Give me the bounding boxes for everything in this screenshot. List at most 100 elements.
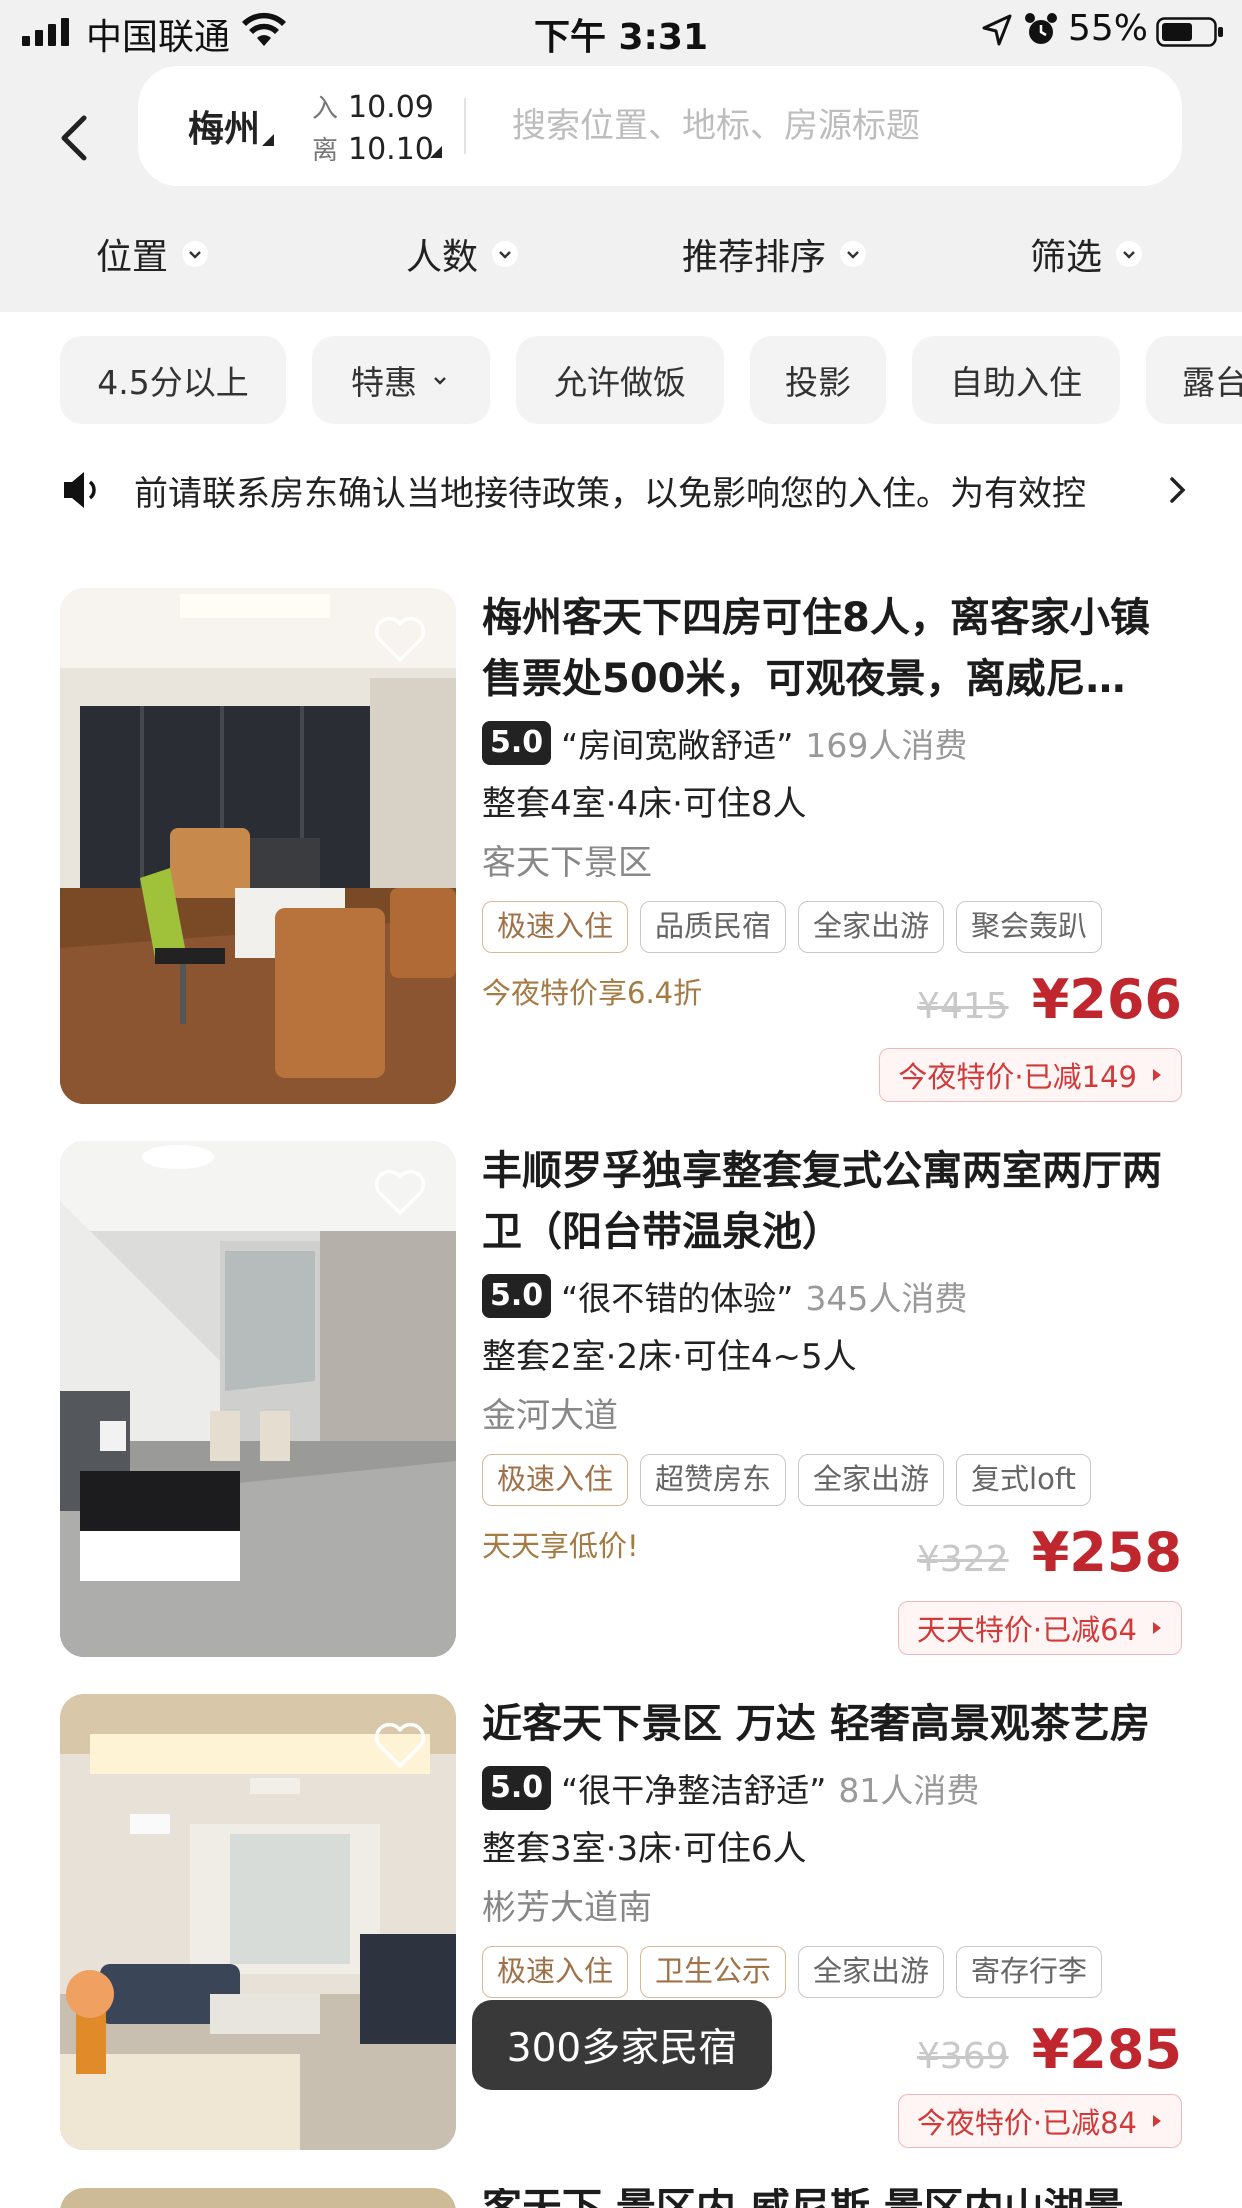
tag-list: 极速入住 品质民宿 全家出游 聚会轰趴: [482, 894, 1182, 960]
listing-card-partial[interactable]: 客天下 景区内 威尼斯 景区内山湖景: [60, 2188, 1182, 2208]
checkout-label: 离: [312, 136, 339, 166]
tag: 超赞房东: [640, 1454, 787, 1506]
tag: 全家出游: [798, 901, 945, 953]
filter-more[interactable]: 筛选: [1030, 228, 1143, 280]
chevron-down-icon: [840, 241, 867, 267]
deal-text: 天天特价·已减64: [916, 1613, 1137, 1647]
heart-icon[interactable]: [372, 1720, 428, 1770]
listing-photo[interactable]: [60, 1694, 456, 2150]
search-box[interactable]: 梅州 入 10.09 离 10.10: [138, 66, 1182, 186]
listing-info: 近客天下景区 万达 轻奢高景观茶艺房 5.0 “很干净整洁舒适” 81人消费 整…: [482, 1694, 1182, 2005]
tag: 卫生公示: [640, 1946, 787, 1998]
rating-row: 5.0 “很干净整洁舒适” 81人消费: [482, 1757, 1182, 1819]
heart-icon[interactable]: [372, 614, 428, 664]
rating-row: 5.0 “房间宽敞舒适” 169人消费: [482, 712, 1182, 774]
listing-photo[interactable]: [60, 588, 456, 1104]
filter-location[interactable]: 位置: [96, 228, 209, 280]
rating-score: 5.0: [482, 1766, 552, 1810]
room-info: 整套4室·4床·可住8人: [482, 784, 807, 824]
chip-self-checkin[interactable]: 自助入住: [912, 336, 1120, 424]
tag: 全家出游: [798, 1454, 945, 1506]
quick-filter-chips: 4.5分以上 特惠 允许做饭 投影 自助入住 露台: [0, 336, 1242, 426]
chip-projector[interactable]: 投影: [750, 336, 886, 424]
rating-score: 5.0: [482, 721, 552, 765]
search-input[interactable]: [512, 96, 1152, 156]
current-price: ¥258: [1031, 1521, 1182, 1584]
rating-score: 5.0: [482, 1274, 552, 1318]
filter-bar: 位置 人数 推荐排序 筛选: [0, 218, 1242, 298]
status-bar: 中国联通 下午 3:31 55%: [0, 0, 1242, 62]
rating-row: 5.0 “很不错的体验” 345人消费: [482, 1265, 1182, 1327]
filter-guests-label: 人数: [406, 237, 479, 278]
deal-badge[interactable]: 今夜特价·已减149: [879, 1048, 1182, 1102]
deal-text: 今夜特价·已减149: [898, 1060, 1137, 1094]
date-caret-icon: [430, 146, 442, 158]
review-quote: “很干净整洁舒适”: [561, 1771, 827, 1810]
filter-guests[interactable]: 人数: [406, 228, 519, 280]
price-row: ¥322 ¥258: [682, 1521, 1182, 1584]
area-name: 客天下景区: [482, 843, 652, 883]
back-arrow-icon[interactable]: [48, 98, 108, 178]
checkin-date: 10.09: [348, 90, 434, 125]
search-divider: [464, 98, 466, 154]
tag: 极速入住: [482, 901, 629, 953]
city-selector[interactable]: 梅州: [188, 100, 260, 152]
chip-terrace[interactable]: 露台: [1146, 336, 1242, 424]
listing-info: 梅州客天下四房可住8人，离客家小镇售票处500米，可观夜景，离威尼… 5.0 “…: [482, 588, 1182, 1010]
filter-more-label: 筛选: [1030, 237, 1103, 278]
chevron-down-icon: [1116, 241, 1143, 267]
triangle-right-icon: [1153, 1622, 1161, 1634]
listing-title[interactable]: 近客天下景区 万达 轻奢高景观茶艺房: [482, 1694, 1182, 1755]
consumer-count: 345人消费: [805, 1279, 968, 1318]
chip-cooking[interactable]: 允许做饭: [516, 336, 724, 424]
tag: 复式loft: [956, 1454, 1091, 1506]
current-price: ¥266: [1031, 968, 1182, 1031]
listing-card[interactable]: 梅州客天下四房可住8人，离客家小镇售票处500米，可观夜景，离威尼… 5.0 “…: [60, 588, 1182, 1108]
chip-rating[interactable]: 4.5分以上: [60, 336, 286, 424]
tag: 寄存行李: [956, 1946, 1103, 1998]
area-name: 彬芳大道南: [482, 1888, 652, 1928]
area-name: 金河大道: [482, 1396, 618, 1436]
living-room-photo: [60, 588, 456, 1104]
listing-card[interactable]: 丰顺罗孚独享整套复式公寓两室两厅两卫（阳台带温泉池） 5.0 “很不错的体验” …: [60, 1141, 1182, 1661]
review-quote: “很不错的体验”: [561, 1279, 794, 1318]
notice-bar[interactable]: 前请联系房东确认当地接待政策，以免影响您的入住。为有效控: [60, 460, 1190, 520]
checkin-label: 入: [312, 94, 339, 124]
chevron-down-icon: [492, 241, 519, 267]
chip-discount[interactable]: 特惠: [312, 336, 490, 424]
room-info: 整套3室·3床·可住6人: [482, 1829, 807, 1869]
search-header: 梅州 入 10.09 离 10.10 位置 人数 推荐排序: [0, 62, 1242, 312]
listing-title[interactable]: 丰顺罗孚独享整套复式公寓两室两厅两卫（阳台带温泉池）: [482, 1141, 1182, 1263]
tag-list: 极速入住 卫生公示 全家出游 寄存行李: [482, 1939, 1182, 2005]
date-selector[interactable]: 入 10.09 离 10.10: [312, 88, 434, 172]
alarm-icon: [1025, 13, 1057, 44]
review-quote: “房间宽敞舒适”: [561, 726, 794, 765]
listing-title[interactable]: 客天下 景区内 威尼斯 景区内山湖景: [482, 2188, 1182, 2208]
duplex-photo: [60, 1141, 456, 1657]
room-info: 整套2室·2床·可住4~5人: [482, 1337, 857, 1377]
listing-photo[interactable]: [60, 2188, 456, 2208]
battery-percent: 55%: [1068, 8, 1149, 49]
tag: 聚会轰趴: [956, 901, 1103, 953]
original-price: ¥415: [916, 986, 1009, 1027]
filter-sort-label: 推荐排序: [682, 237, 827, 278]
tag: 极速入住: [482, 1946, 629, 1998]
listing-photo[interactable]: [60, 1141, 456, 1657]
tag: 品质民宿: [640, 901, 787, 953]
listing-info: 丰顺罗孚独享整套复式公寓两室两厅两卫（阳台带温泉池） 5.0 “很不错的体验” …: [482, 1141, 1182, 1563]
triangle-right-icon: [1153, 1069, 1161, 1081]
chip-discount-label: 特惠: [351, 363, 417, 402]
chevron-down-icon: [434, 377, 446, 385]
deal-badge[interactable]: 天天特价·已减64: [897, 1601, 1182, 1655]
consumer-count: 169人消费: [805, 726, 968, 765]
tag: 极速入住: [482, 1454, 629, 1506]
price-row: ¥415 ¥266: [682, 968, 1182, 1031]
consumer-count: 81人消费: [838, 1771, 980, 1810]
filter-location-label: 位置: [96, 237, 169, 278]
filter-sort[interactable]: 推荐排序: [682, 228, 867, 280]
city-caret-icon: [262, 134, 274, 146]
deal-badge[interactable]: 今夜特价·已减84: [897, 2094, 1182, 2148]
listing-title[interactable]: 梅州客天下四房可住8人，离客家小镇售票处500米，可观夜景，离威尼…: [482, 588, 1182, 710]
notice-text: 前请联系房东确认当地接待政策，以免影响您的入住。为有效控: [134, 473, 1086, 514]
heart-icon[interactable]: [372, 1167, 428, 1217]
